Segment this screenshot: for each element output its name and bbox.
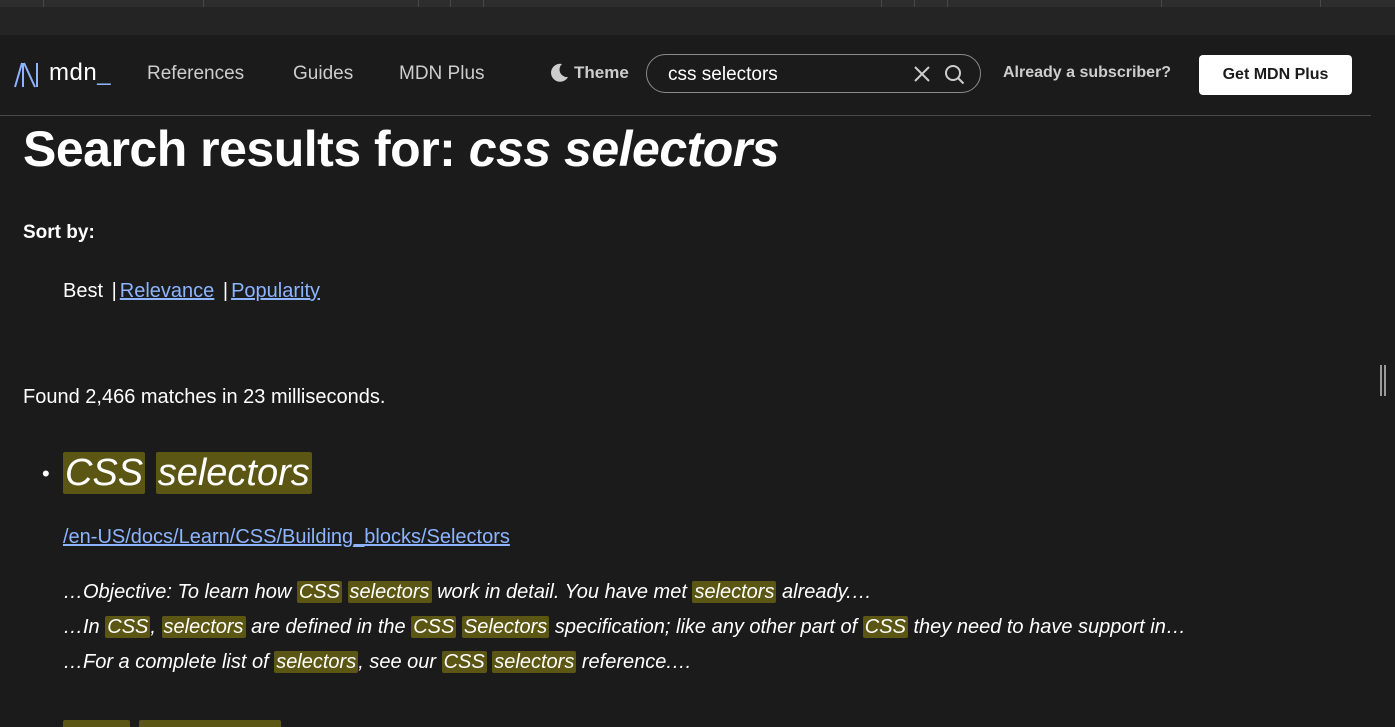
snippet-text: …Objective: To learn how: [63, 581, 297, 603]
sort-label: Sort by:: [23, 222, 95, 243]
browser-tab-strip: [0, 0, 1395, 35]
snippet-text: they need to have support in…: [907, 616, 1186, 638]
search-term-highlight: selectors: [161, 616, 246, 638]
login-link[interactable]: Already a subscriber?: [1003, 64, 1171, 82]
result-snippet: …For a complete list of selectors, see o…: [63, 651, 692, 674]
list-bullet: •: [42, 461, 50, 486]
result-title[interactable]: CSS selectors: [63, 452, 312, 495]
nav-references[interactable]: References: [147, 63, 244, 85]
tab-divider: [418, 0, 419, 7]
snippet-text: specification; like any other part of: [549, 616, 863, 638]
theme-switcher[interactable]: Theme: [548, 62, 629, 84]
search-box: [646, 54, 981, 93]
snippet-text: already.…: [776, 581, 872, 603]
snippet-text: , see our: [358, 651, 442, 673]
search-term-highlight: CSS: [296, 581, 342, 603]
search-icon[interactable]: [944, 64, 965, 85]
search-term-highlight: CSS: [862, 616, 908, 638]
sort-separator: |: [111, 280, 117, 302]
page-title: Search results for: css selectors: [23, 120, 780, 178]
mdn-logo-icon: [14, 62, 38, 88]
title-prefix: Search results for:: [23, 121, 469, 177]
scrollbar-grip[interactable]: [1380, 365, 1382, 396]
snippet-text: ,: [150, 616, 162, 638]
search-term-highlight: CSS: [411, 616, 457, 638]
title-highlight: CSS: [63, 452, 146, 494]
tab-divider: [1320, 0, 1321, 7]
moon-icon: [551, 63, 568, 82]
result-url-link[interactable]: /en-US/docs/Learn/CSS/Building_blocks/Se…: [63, 526, 510, 549]
scrollbar-grip[interactable]: [1384, 365, 1386, 396]
search-term-highlight: Selectors: [461, 616, 550, 638]
tab-divider: [483, 0, 484, 7]
snippet-text: reference.…: [576, 651, 692, 673]
tab-divider: [203, 0, 204, 7]
snippet-text: …In: [63, 616, 106, 638]
tab-divider: [1161, 0, 1162, 7]
snippet-text: [342, 581, 348, 603]
tab-divider: [881, 0, 882, 7]
main-content: Search results for: css selectors Sort b…: [0, 116, 1371, 727]
mdn-logo[interactable]: mdn _: [13, 59, 111, 89]
title-highlight: selectors: [155, 452, 312, 494]
title-query: css selectors: [468, 121, 780, 177]
logo-text: mdn: [49, 59, 98, 86]
result-snippet: …In CSS, selectors are defined in the CS…: [63, 616, 1186, 639]
nav-guides[interactable]: Guides: [293, 63, 353, 85]
tab-bar: [0, 0, 1395, 7]
next-result-highlight: [139, 720, 281, 727]
snippet-text: …For a complete list of: [63, 651, 275, 673]
get-mdn-plus-button[interactable]: Get MDN Plus: [1199, 55, 1352, 95]
results-count: Found 2,466 matches in 23 milliseconds.: [23, 386, 386, 408]
tab-divider: [43, 0, 44, 7]
search-term-highlight: selectors: [492, 651, 577, 673]
nav-mdn-plus[interactable]: MDN Plus: [399, 63, 485, 85]
search-term-highlight: selectors: [347, 581, 432, 603]
sort-best: Best: [63, 280, 104, 302]
sort-options: Best | Relevance | Popularity: [63, 280, 320, 303]
tab-divider: [914, 0, 915, 7]
result-snippet: …Objective: To learn how CSS selectors w…: [63, 581, 872, 604]
search-term-highlight: selectors: [274, 651, 359, 673]
snippet-text: work in detail. You have met: [431, 581, 693, 603]
search-input[interactable]: [666, 62, 910, 88]
theme-label: Theme: [574, 63, 629, 82]
logo-cursor: _: [97, 59, 111, 86]
clear-icon[interactable]: [913, 65, 931, 83]
search-term-highlight: CSS: [105, 616, 151, 638]
search-term-highlight: selectors: [692, 581, 777, 603]
snippet-text: are defined in the: [245, 616, 412, 638]
tab-divider: [450, 0, 451, 7]
search-term-highlight: CSS: [441, 651, 487, 673]
sort-popularity-link[interactable]: Popularity: [231, 280, 320, 302]
sort-separator: |: [222, 280, 229, 302]
tab-divider: [947, 0, 948, 7]
site-header: mdn _ References Guides MDN Plus Theme A…: [0, 35, 1371, 116]
page-scrollbar[interactable]: [1371, 35, 1395, 727]
next-result-highlight: [63, 720, 130, 727]
sort-relevance-link[interactable]: Relevance: [120, 280, 215, 302]
